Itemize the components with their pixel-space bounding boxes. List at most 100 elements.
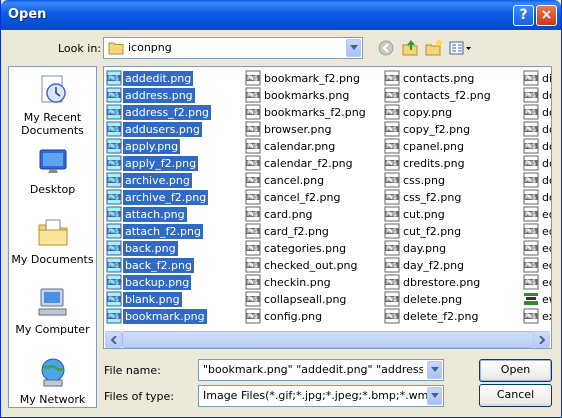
views-menu-icon[interactable]	[448, 38, 474, 58]
png-file-icon	[106, 104, 122, 120]
png-file-icon	[523, 308, 539, 324]
file-name-combo[interactable]: "bookmark.png" "addedit.png" "address.pn…	[198, 359, 444, 381]
file-name: do	[542, 157, 551, 170]
png-file-icon	[523, 138, 539, 154]
file-name: bookmark.png	[123, 309, 207, 324]
file-name: checked_out.png	[264, 259, 358, 272]
place-label: Desktop	[29, 183, 76, 196]
file-name: do	[542, 106, 551, 119]
file-name: calendar_f2.png	[264, 157, 353, 170]
chevron-down-icon[interactable]	[427, 387, 442, 405]
png-file-icon	[523, 206, 539, 222]
png-file-icon	[245, 308, 261, 324]
title-bar[interactable]: Open ? ×	[1, 0, 561, 30]
png-file-icon	[384, 70, 400, 86]
file-name: card.png	[264, 208, 313, 221]
file-name: contacts_f2.png	[403, 89, 491, 102]
file-name: apply_f2.png	[123, 156, 199, 171]
place-my-documents[interactable]: My Documents	[9, 215, 96, 266]
recent-documents-icon	[36, 73, 70, 107]
file-name: checkin.png	[264, 276, 331, 289]
files-of-type-label: Files of type:	[104, 390, 175, 403]
file-name: do	[542, 191, 551, 204]
files-of-type-combo[interactable]: Image Files(*.gif;*.jpg;*.jpeg;*.bmp;*.w…	[198, 385, 444, 407]
png-file-icon	[106, 240, 122, 256]
place-label: My Computer	[15, 323, 90, 336]
file-name: copy_f2.png	[403, 123, 471, 136]
png-file-icon	[523, 172, 539, 188]
place-my-computer[interactable]: My Computer	[9, 285, 96, 336]
file-name: attach_f2.png	[123, 224, 203, 239]
file-name: ex	[542, 310, 551, 323]
place-desktop[interactable]: Desktop	[9, 145, 96, 196]
png-file-icon	[245, 240, 261, 256]
png-file-icon	[245, 121, 261, 137]
png-file-icon	[384, 308, 400, 324]
file-name: cancel.png	[264, 174, 325, 187]
png-file-icon	[245, 104, 261, 120]
png-file-icon	[384, 87, 400, 103]
png-file-icon	[106, 70, 122, 86]
files-of-type-value: Image Files(*.gif;*.jpg;*.jpeg;*.bmp;*.w…	[203, 389, 427, 402]
png-file-icon	[384, 189, 400, 205]
png-file-icon	[523, 104, 539, 120]
chevron-down-icon[interactable]	[346, 39, 361, 57]
png-file-icon	[384, 155, 400, 171]
cancel-button[interactable]: Cancel	[479, 384, 552, 407]
look-in-value: iconpng	[128, 41, 172, 54]
folder-icon	[108, 41, 124, 58]
png-file-icon	[384, 257, 400, 273]
file-name-label: File name:	[104, 364, 161, 377]
file-name: dis	[542, 72, 552, 85]
png-file-icon	[106, 291, 122, 307]
file-name-value[interactable]: "bookmark.png" "addedit.png" "address.pn…	[203, 363, 423, 376]
place-label: My Network	[19, 393, 86, 406]
file-name: apply.png	[123, 139, 181, 154]
file-name: delete.png	[403, 293, 463, 306]
horizontal-scrollbar[interactable]	[105, 331, 550, 348]
png-file-icon	[523, 257, 539, 273]
png-file-icon	[106, 155, 122, 171]
file-name: card_f2.png	[264, 225, 329, 238]
file-list[interactable]: addedit.png address.png address_f2.png addu…	[103, 66, 552, 349]
place-my-network[interactable]: My Network	[9, 355, 96, 406]
file-name: archive_f2.png	[123, 190, 209, 205]
look-in-combo[interactable]: iconpng	[103, 37, 363, 59]
png-file-icon	[106, 223, 122, 239]
help-button[interactable]: ?	[513, 5, 534, 26]
chevron-down-icon[interactable]	[427, 361, 442, 379]
place-my-recent-documents[interactable]: My Recent Documents	[9, 73, 96, 137]
file-name: config.png	[264, 310, 323, 323]
file-name: cut.png	[403, 208, 445, 221]
scroll-left-icon[interactable]	[105, 331, 122, 348]
png-file-icon	[384, 291, 400, 307]
up-folder-icon[interactable]	[400, 38, 422, 58]
file-name: back_f2.png	[123, 258, 194, 273]
file-name: cut_f2.png	[403, 225, 462, 238]
file-name: ew	[542, 293, 551, 306]
png-file-icon	[384, 121, 400, 137]
scroll-thumb[interactable]	[122, 331, 534, 348]
back-icon[interactable]	[376, 38, 398, 58]
png-file-icon	[384, 104, 400, 120]
png-file-icon	[523, 155, 539, 171]
new-folder-icon[interactable]	[424, 38, 446, 58]
file-name: categories.png	[264, 242, 347, 255]
open-button[interactable]: Open	[479, 359, 552, 382]
look-in-label: Look in:	[58, 42, 101, 55]
open-button-label: Open	[500, 363, 531, 376]
file-name: day.png	[403, 242, 447, 255]
png-file-icon	[106, 274, 122, 290]
dialog-title: Open	[8, 7, 47, 22]
png-file-icon	[523, 240, 539, 256]
desktop-icon	[36, 145, 70, 179]
file-name: blank.png	[123, 292, 182, 307]
file-name: credits.png	[403, 157, 465, 170]
file-name: bookmarks.png	[264, 89, 350, 102]
png-file-icon	[384, 138, 400, 154]
close-button[interactable]: ×	[536, 5, 557, 26]
png-file-icon	[106, 257, 122, 273]
scroll-right-icon[interactable]	[533, 331, 550, 348]
file-name: do	[542, 123, 551, 136]
file-name: copy.png	[403, 106, 453, 119]
